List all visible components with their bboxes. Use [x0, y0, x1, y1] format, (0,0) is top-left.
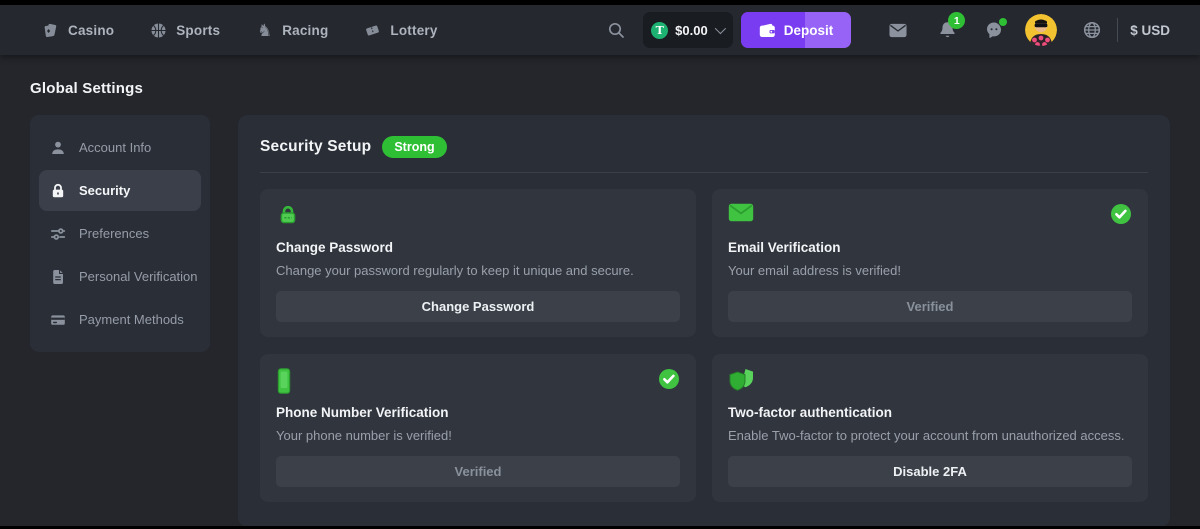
card-title: Phone Number Verification: [276, 405, 680, 420]
navbar-divider: [1117, 18, 1118, 42]
card-email-verification: Email Verification Your email address is…: [712, 189, 1148, 337]
nav-label: Casino: [68, 23, 114, 38]
sidebar-item-label: Payment Methods: [79, 312, 184, 327]
card-phone-verification: Phone Number Verification Your phone num…: [260, 354, 696, 502]
sidebar-item-label: Security: [79, 183, 130, 198]
document-icon: [50, 269, 66, 285]
language-globe-icon[interactable]: [1083, 21, 1101, 39]
sidebar-item-account-info[interactable]: Account Info: [39, 127, 201, 168]
nav-label: Racing: [282, 23, 328, 38]
page-content: Global Settings Account Info Security: [0, 80, 1200, 526]
phone-icon: [276, 368, 292, 394]
wallet-icon: [759, 23, 776, 38]
nav-item-lottery[interactable]: Lottery: [364, 22, 437, 39]
settings-sidebar: Account Info Security Preferences: [30, 115, 210, 352]
page-title: Global Settings: [30, 80, 1170, 97]
card-title: Change Password: [276, 240, 680, 255]
disable-2fa-button[interactable]: Disable 2FA: [728, 456, 1132, 487]
card-description: Your email address is verified!: [728, 263, 1132, 278]
wallet-balance-dropdown[interactable]: T $0.00: [643, 12, 733, 48]
email-verified-button[interactable]: Verified: [728, 291, 1132, 322]
lock-icon: [50, 183, 66, 199]
notifications-bell-icon[interactable]: 1: [938, 21, 956, 39]
basketball-icon: [150, 22, 167, 39]
security-strength-badge: Strong: [382, 136, 446, 158]
verified-check-icon: [658, 368, 680, 390]
sidebar-item-label: Account Info: [79, 140, 151, 155]
mail-icon[interactable]: [889, 21, 907, 39]
card-description: Change your password regularly to keep i…: [276, 263, 680, 278]
card-change-password: Change Password Change your password reg…: [260, 189, 696, 337]
user-avatar[interactable]: [1025, 14, 1057, 46]
phone-verified-button[interactable]: Verified: [276, 456, 680, 487]
chat-icon[interactable]: [985, 21, 1003, 39]
notification-count-badge: 1: [948, 12, 965, 29]
divider: [260, 172, 1148, 173]
nav-item-racing[interactable]: ♞ Racing: [256, 22, 328, 39]
app-window: Casino Sports ♞ Racing Lottery: [0, 5, 1200, 526]
envelope-icon: [728, 203, 754, 222]
panel-heading: Security Setup: [260, 138, 371, 156]
sliders-icon: [50, 226, 66, 242]
sidebar-item-security[interactable]: Security: [39, 170, 201, 211]
security-cards-grid: Change Password Change your password reg…: [260, 189, 1148, 502]
credit-card-icon: [50, 312, 66, 328]
sidebar-item-label: Preferences: [79, 226, 149, 241]
change-password-button[interactable]: Change Password: [276, 291, 680, 322]
balance-amount: $0.00: [675, 23, 708, 38]
tether-coin-icon: T: [651, 22, 668, 39]
sidebar-item-payment-methods[interactable]: Payment Methods: [39, 299, 201, 340]
card-two-factor-auth: Two-factor authentication Enable Two-fac…: [712, 354, 1148, 502]
padlock-icon: [276, 203, 300, 227]
online-status-dot: [999, 18, 1007, 26]
nav-label: Lottery: [390, 23, 437, 38]
user-icon: [50, 140, 66, 156]
shields-icon: [728, 368, 755, 393]
cards-icon: [42, 22, 59, 39]
nav-item-sports[interactable]: Sports: [150, 22, 220, 39]
card-title: Email Verification: [728, 240, 1132, 255]
currency-selector[interactable]: $ USD: [1130, 23, 1170, 38]
search-icon[interactable]: [607, 21, 625, 39]
nav-label: Sports: [176, 23, 220, 38]
deposit-label: Deposit: [784, 23, 834, 38]
security-setup-panel: Security Setup Strong Change Password Ch…: [238, 115, 1170, 526]
horse-icon: ♞: [256, 22, 273, 39]
card-title: Two-factor authentication: [728, 405, 1132, 420]
nav-item-casino[interactable]: Casino: [42, 22, 114, 39]
primary-nav: Casino Sports ♞ Racing Lottery: [42, 22, 438, 39]
card-description: Enable Two-factor to protect your accoun…: [728, 428, 1132, 443]
deposit-button[interactable]: Deposit: [741, 12, 852, 48]
navbar-right: T $0.00 Deposit 1: [607, 12, 1170, 48]
ticket-icon: [364, 22, 381, 39]
sidebar-item-label: Personal Verification: [79, 269, 198, 284]
card-description: Your phone number is verified!: [276, 428, 680, 443]
chevron-down-icon: [714, 23, 725, 34]
sidebar-item-personal-verification[interactable]: Personal Verification: [39, 256, 201, 297]
sidebar-item-preferences[interactable]: Preferences: [39, 213, 201, 254]
top-navbar: Casino Sports ♞ Racing Lottery: [0, 5, 1200, 55]
verified-check-icon: [1110, 203, 1132, 225]
